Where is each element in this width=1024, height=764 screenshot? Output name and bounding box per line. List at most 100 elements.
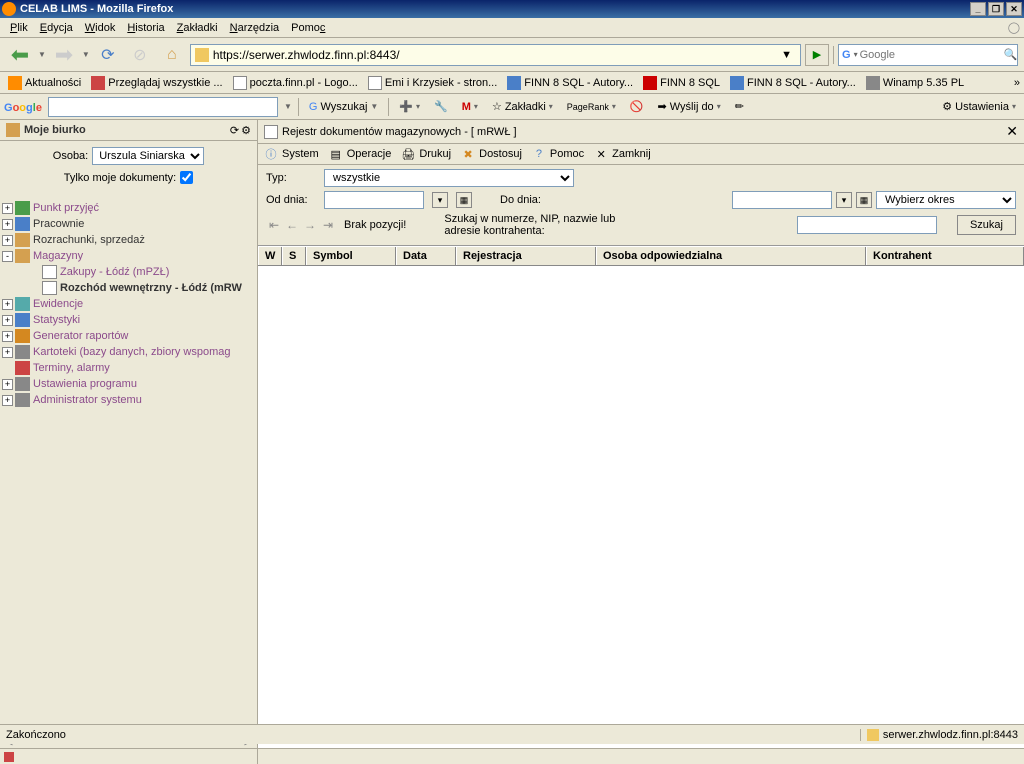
tree-expand-icon[interactable]: + <box>2 235 13 246</box>
th-s[interactable]: S <box>282 247 306 265</box>
url-text[interactable]: https://serwer.zhwlodz.finn.pl:8443/ <box>213 48 777 62</box>
bookmarks-overflow[interactable]: » <box>1014 77 1020 89</box>
tree-item[interactable]: +Ewidencje <box>2 296 255 312</box>
toolbar-drukuj[interactable]: 🖨Drukuj <box>401 147 451 161</box>
nav-first[interactable]: ⇤ <box>266 217 282 233</box>
tree-expand-icon[interactable]: + <box>2 331 13 342</box>
google-ustawienia[interactable]: ⚙Ustawienia▾ <box>938 98 1020 115</box>
th-kontrahent[interactable]: Kontrahent <box>866 247 1024 265</box>
tree-item[interactable]: -Magazyny <box>2 248 255 264</box>
google-logo[interactable]: Google <box>4 98 42 116</box>
szukaj-input[interactable] <box>797 216 937 234</box>
close-button[interactable]: ✕ <box>1006 2 1022 16</box>
tree-expand-icon[interactable]: + <box>2 315 13 326</box>
restore-button[interactable]: ❐ <box>988 2 1004 16</box>
toolbar-dostosuj[interactable]: ✖Dostosuj <box>461 147 522 161</box>
url-bar[interactable]: https://serwer.zhwlodz.finn.pl:8443/ ▼ <box>190 44 801 66</box>
th-osoba[interactable]: Osoba odpowiedzialna <box>596 247 866 265</box>
gmail-icon[interactable]: M▾ <box>458 99 482 115</box>
google-plus-icon[interactable]: ➕▾ <box>395 98 424 115</box>
sidebar-settings-icon[interactable]: ⚙ <box>241 124 251 137</box>
google-zakladki[interactable]: ☆Zakładki▾ <box>488 98 557 115</box>
th-rejestracja[interactable]: Rejestracja <box>456 247 596 265</box>
menu-narzedzia[interactable]: Narzędzia <box>224 20 286 36</box>
nav-next[interactable]: → <box>302 217 318 233</box>
tree-item[interactable]: Zakupy - Łódź (mPZŁ) <box>2 264 255 280</box>
od-cal-button[interactable]: ▦ <box>456 192 472 208</box>
google-search-input[interactable] <box>48 97 278 117</box>
toolbar-pomoc[interactable]: ?Pomoc <box>532 147 584 161</box>
bookmark-przegladaj[interactable]: Przeglądaj wszystkie ... <box>87 74 226 92</box>
forward-button[interactable]: ➡ <box>50 41 78 69</box>
google-wyszukaj[interactable]: GWyszukaj▼ <box>305 99 382 115</box>
bookmark-winamp[interactable]: Winamp 5.35 PL <box>862 74 968 92</box>
tree-item[interactable]: +Ustawienia programu <box>2 376 255 392</box>
menu-plik[interactable]: Plik <box>4 20 34 36</box>
content-close-icon[interactable]: ✕ <box>1006 123 1018 140</box>
menu-widok[interactable]: Widok <box>79 20 122 36</box>
minimize-button[interactable]: _ <box>970 2 986 16</box>
tree-expand-icon[interactable]: + <box>2 203 13 214</box>
tree-expand-icon[interactable]: + <box>2 395 13 406</box>
nav-last[interactable]: ⇥ <box>320 217 336 233</box>
szukaj-button[interactable]: Szukaj <box>957 215 1016 235</box>
bookmark-poczta[interactable]: poczta.finn.pl - Logo... <box>229 74 362 92</box>
menu-zakladki[interactable]: Zakładki <box>171 20 224 36</box>
tree-item[interactable]: +Generator raportów <box>2 328 255 344</box>
bookmark-finn3[interactable]: FINN 8 SQL - Autory... <box>726 74 860 92</box>
sidebar-refresh-icon[interactable]: ⟳ <box>230 124 239 137</box>
tree-item[interactable]: +Rozrachunki, sprzedaż <box>2 232 255 248</box>
url-dropdown[interactable]: ▼ <box>777 49 796 61</box>
typ-select[interactable]: wszystkie <box>324 169 574 187</box>
do-input[interactable] <box>732 191 832 209</box>
google-pagerank[interactable]: PageRank▾ <box>563 100 620 114</box>
th-symbol[interactable]: Symbol <box>306 247 396 265</box>
do-date-button[interactable]: ▾ <box>836 192 852 208</box>
toolbar-system[interactable]: ⓘSystem <box>264 147 319 161</box>
od-date-button[interactable]: ▾ <box>432 192 448 208</box>
toolbar-zamknij[interactable]: ✕Zamknij <box>594 147 651 161</box>
tylko-checkbox[interactable] <box>180 171 193 184</box>
tree-item[interactable]: +Statystyki <box>2 312 255 328</box>
menu-historia[interactable]: Historia <box>121 20 170 36</box>
th-w[interactable]: W <box>258 247 282 265</box>
tree-item[interactable]: Terminy, alarmy <box>2 360 255 376</box>
tree-expand-icon[interactable]: + <box>2 379 13 390</box>
search-box[interactable]: G ▾ 🔍 <box>838 44 1018 66</box>
od-input[interactable] <box>324 191 424 209</box>
tree-item[interactable]: Rozchód wewnętrzny - Łódź (mRW <box>2 280 255 296</box>
tree-item[interactable]: +Punkt przyjęć <box>2 200 255 216</box>
tree-item[interactable]: +Kartoteki (bazy danych, zbiory wspomag <box>2 344 255 360</box>
search-button[interactable]: 🔍 <box>1004 45 1018 65</box>
okres-select[interactable]: Wybierz okres <box>876 191 1016 209</box>
reload-button[interactable]: ⟳ <box>94 41 122 69</box>
go-button[interactable]: ▶ <box>805 44 829 66</box>
th-data[interactable]: Data <box>396 247 456 265</box>
home-button[interactable]: ⌂ <box>158 41 186 69</box>
tree-expand-icon[interactable]: + <box>2 219 13 230</box>
back-dropdown[interactable]: ▼ <box>38 50 46 59</box>
tree-item[interactable]: +Administrator systemu <box>2 392 255 408</box>
osoba-select[interactable]: Urszula Siniarska <box>92 147 204 165</box>
google-tools-icon[interactable]: 🔧 <box>430 98 452 115</box>
search-input[interactable] <box>858 49 1004 61</box>
menu-settings-icon[interactable]: ◯ <box>1008 21 1020 34</box>
forward-dropdown[interactable]: ▼ <box>82 50 90 59</box>
google-highlight-icon[interactable]: ✏ <box>731 98 748 115</box>
stop-button[interactable]: ⊘ <box>126 41 154 69</box>
back-button[interactable]: ⬅ <box>6 41 34 69</box>
google-search-dropdown[interactable]: ▼ <box>284 102 292 111</box>
menu-pomoc[interactable]: Pomoc <box>285 20 331 36</box>
tree-item[interactable]: +Pracownie <box>2 216 255 232</box>
tree-expand-icon[interactable]: + <box>2 299 13 310</box>
google-block-icon[interactable]: 🚫 <box>626 98 648 115</box>
bookmark-finn1[interactable]: FINN 8 SQL - Autory... <box>503 74 637 92</box>
toolbar-operacje[interactable]: ▤Operacje <box>329 147 392 161</box>
nav-prev[interactable]: ← <box>284 217 300 233</box>
menu-edycja[interactable]: Edycja <box>34 20 79 36</box>
bookmark-finn2[interactable]: FINN 8 SQL <box>639 74 724 92</box>
do-cal-button[interactable]: ▦ <box>856 192 872 208</box>
google-wyslij[interactable]: ➡Wyślij do▾ <box>654 98 725 115</box>
bookmark-emi[interactable]: Emi i Krzysiek - stron... <box>364 74 501 92</box>
tree-expand-icon[interactable]: + <box>2 347 13 358</box>
